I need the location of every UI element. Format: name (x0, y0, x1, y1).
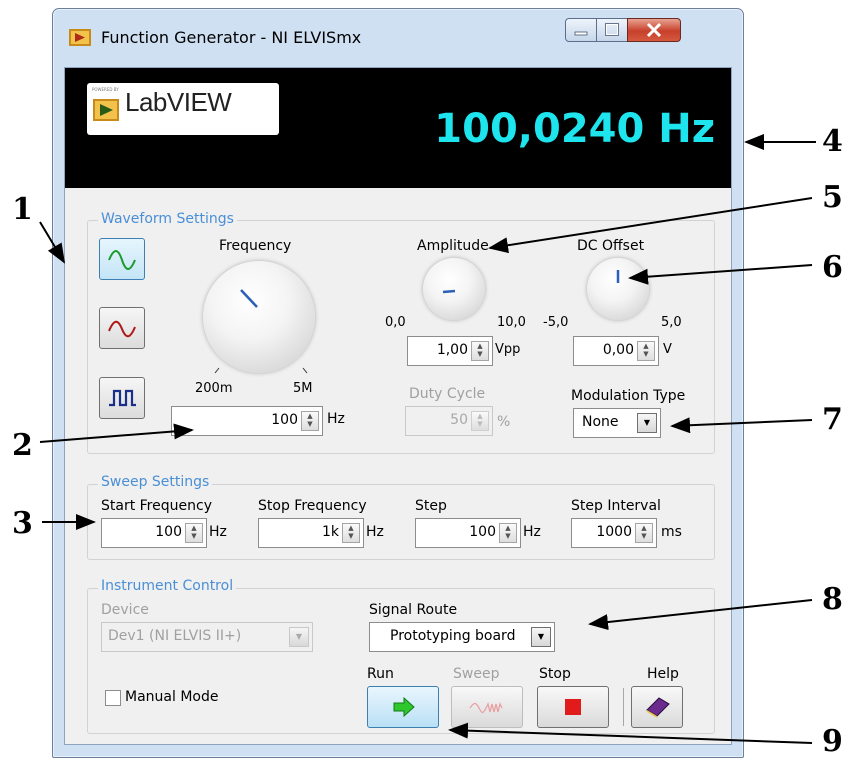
annotation-7: 7 (822, 402, 843, 437)
annotation-3: 3 (12, 506, 33, 541)
annotation-1: 1 (12, 192, 33, 227)
annotation-4: 4 (822, 124, 843, 159)
annotation-8: 8 (822, 582, 843, 617)
annotation-6: 6 (822, 250, 843, 285)
annotation-2: 2 (12, 428, 33, 463)
annotation-arrows (39, 134, 816, 744)
annotation-9: 9 (822, 724, 843, 759)
annotation-5: 5 (822, 180, 843, 215)
